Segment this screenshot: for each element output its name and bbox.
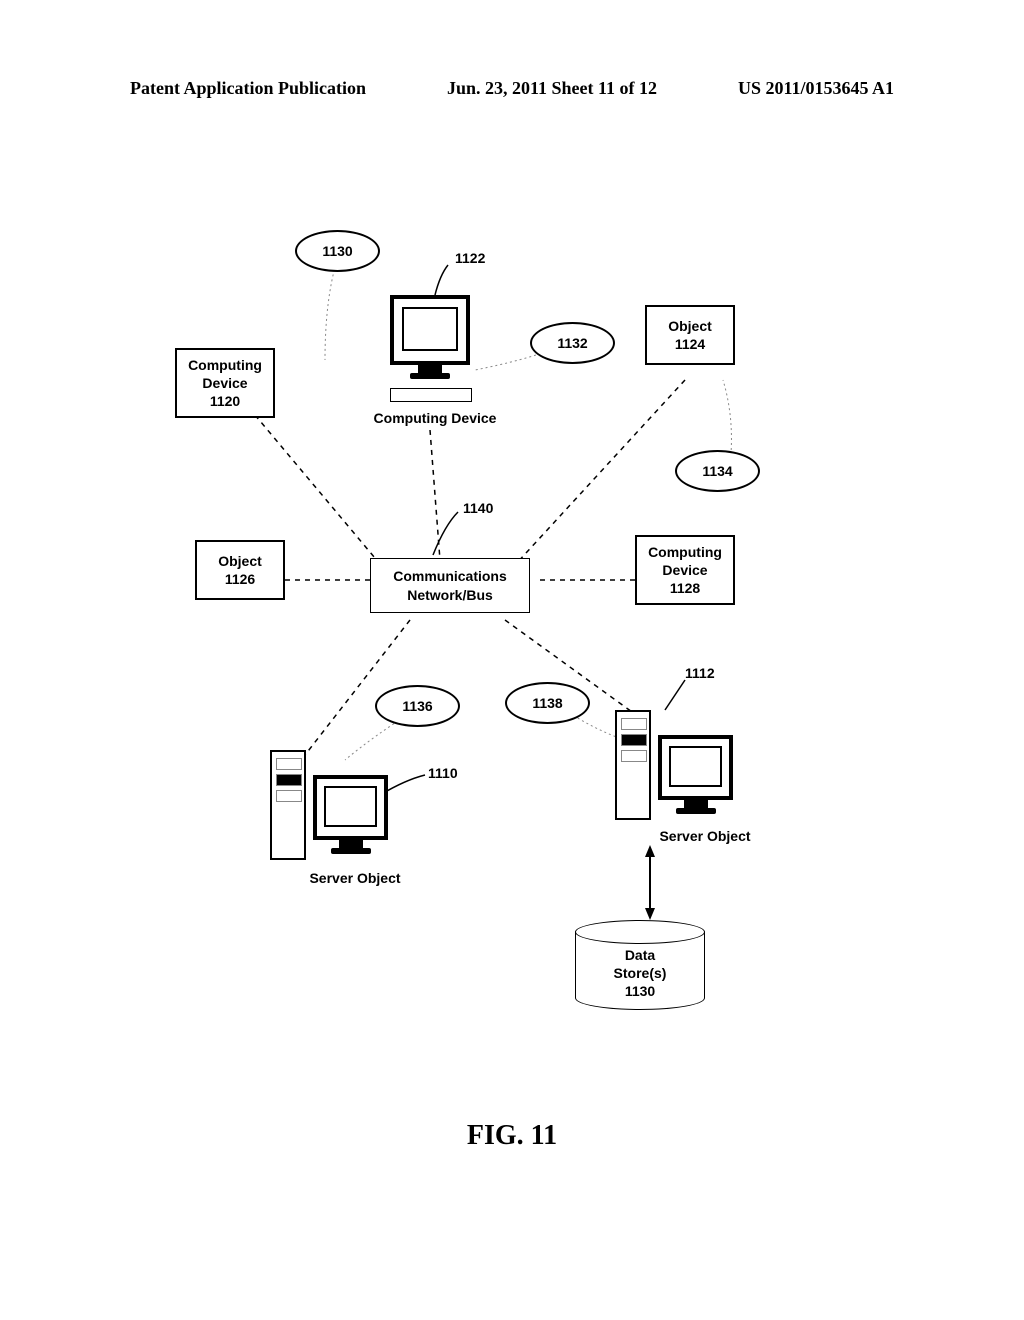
- ref-1122: 1122: [455, 250, 485, 266]
- box-1120-line2: Device: [202, 374, 247, 392]
- computing-device-label: Computing Device: [355, 410, 515, 426]
- box-1124-line1: Object: [668, 317, 712, 335]
- ellipse-1132-label: 1132: [557, 335, 587, 351]
- ref-1110: 1110: [428, 765, 458, 781]
- box-object-1126: Object 1126: [195, 540, 285, 600]
- computing-device-icon: [390, 295, 470, 379]
- network-bus-line1: Communications: [393, 567, 507, 585]
- data-store-line1: Data: [575, 946, 705, 964]
- ellipse-1138-label: 1138: [532, 695, 562, 711]
- server-monitor-right: [658, 735, 733, 814]
- data-store-cylinder: Data Store(s) 1130: [575, 920, 705, 1010]
- box-1128-line2: Device: [662, 561, 707, 579]
- ellipse-1134-label: 1134: [702, 463, 732, 479]
- server-monitor-left: [313, 775, 388, 854]
- data-store-line2: Store(s): [575, 964, 705, 982]
- box-1124-line2: 1124: [675, 335, 705, 353]
- network-bus-line2: Network/Bus: [407, 586, 493, 604]
- ref-1112: 1112: [685, 665, 715, 681]
- figure-caption: FIG. 11: [0, 1120, 1024, 1152]
- box-object-1124: Object 1124: [645, 305, 735, 365]
- ellipse-1130: 1130: [295, 230, 380, 272]
- header-center: Jun. 23, 2011 Sheet 11 of 12: [447, 78, 657, 99]
- box-1120-line1: Computing: [188, 356, 262, 374]
- server-object-left-label: Server Object: [295, 870, 415, 886]
- box-1126-line1: Object: [218, 552, 262, 570]
- server-tower-left: [270, 750, 306, 860]
- data-store-line3: 1130: [575, 982, 705, 1000]
- ref-1140: 1140: [463, 500, 493, 516]
- box-computing-device-1128: Computing Device 1128: [635, 535, 735, 605]
- box-1126-line2: 1126: [225, 570, 255, 588]
- server-tower-right: [615, 710, 651, 820]
- server-object-right-label: Server Object: [645, 828, 765, 844]
- ellipse-1138: 1138: [505, 682, 590, 724]
- header-left: Patent Application Publication: [130, 78, 366, 99]
- network-diagram: 1130 1132 1134 1136 1138 Computing Devic…: [175, 220, 825, 1020]
- box-network-bus: Communications Network/Bus: [370, 558, 530, 613]
- ellipse-1134: 1134: [675, 450, 760, 492]
- box-1128-line1: Computing: [648, 543, 722, 561]
- box-1128-line3: 1128: [670, 579, 700, 597]
- ellipse-1136: 1136: [375, 685, 460, 727]
- ellipse-1130-label: 1130: [322, 243, 352, 259]
- ellipse-1132: 1132: [530, 322, 615, 364]
- header-right: US 2011/0153645 A1: [738, 78, 894, 99]
- keyboard-icon: [390, 388, 472, 402]
- ellipse-1136-label: 1136: [402, 698, 432, 714]
- box-computing-device-1120: Computing Device 1120: [175, 348, 275, 418]
- box-1120-line3: 1120: [210, 392, 240, 410]
